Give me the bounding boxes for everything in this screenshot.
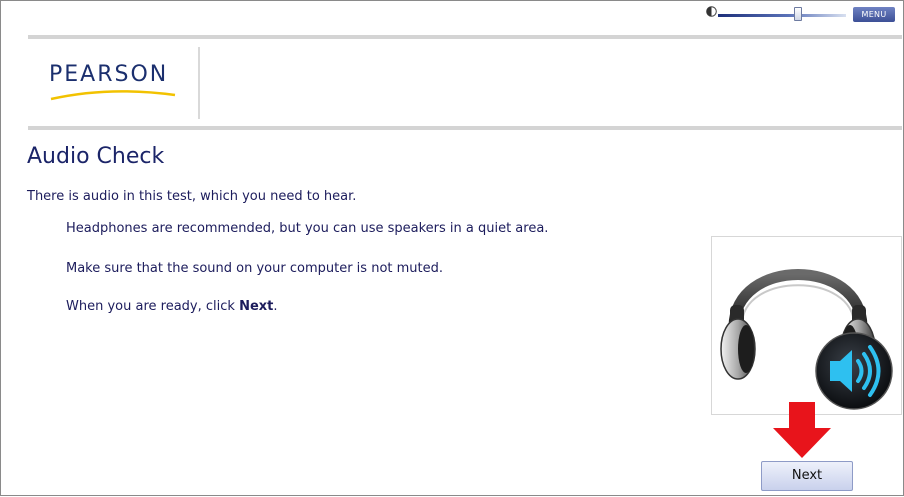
logo-text: PEARSON <box>49 62 169 87</box>
red-down-arrow-icon <box>773 402 831 458</box>
header-divider <box>28 35 902 39</box>
page-title: Audio Check <box>27 144 165 169</box>
top-bar <box>0 0 904 23</box>
content-divider <box>28 126 902 130</box>
menu-button[interactable]: MENU <box>853 7 895 22</box>
volume-slider-track[interactable] <box>718 14 846 17</box>
speaker-icon <box>815 332 893 410</box>
ready-next-bold: Next <box>239 299 274 314</box>
logo-separator <box>198 47 200 119</box>
intro-text: There is audio in this test, which you n… <box>27 189 357 204</box>
ready-text: When you are ready, click <box>66 299 240 314</box>
instruction-headphones: Headphones are recommended, but you can … <box>66 221 549 236</box>
instruction-not-muted: Make sure that the sound on your compute… <box>66 261 444 276</box>
logo-swoosh-icon <box>50 90 176 101</box>
instruction-ready: When you are ready, click Next. <box>66 299 278 314</box>
next-button[interactable]: Next <box>761 461 853 491</box>
headphones-icon <box>720 269 893 410</box>
pearson-logo: PEARSON <box>49 62 179 104</box>
headphones-illustration <box>711 236 902 415</box>
volume-icon[interactable] <box>706 6 717 17</box>
volume-slider-handle[interactable] <box>794 7 802 21</box>
ready-suffix: . <box>273 299 278 314</box>
